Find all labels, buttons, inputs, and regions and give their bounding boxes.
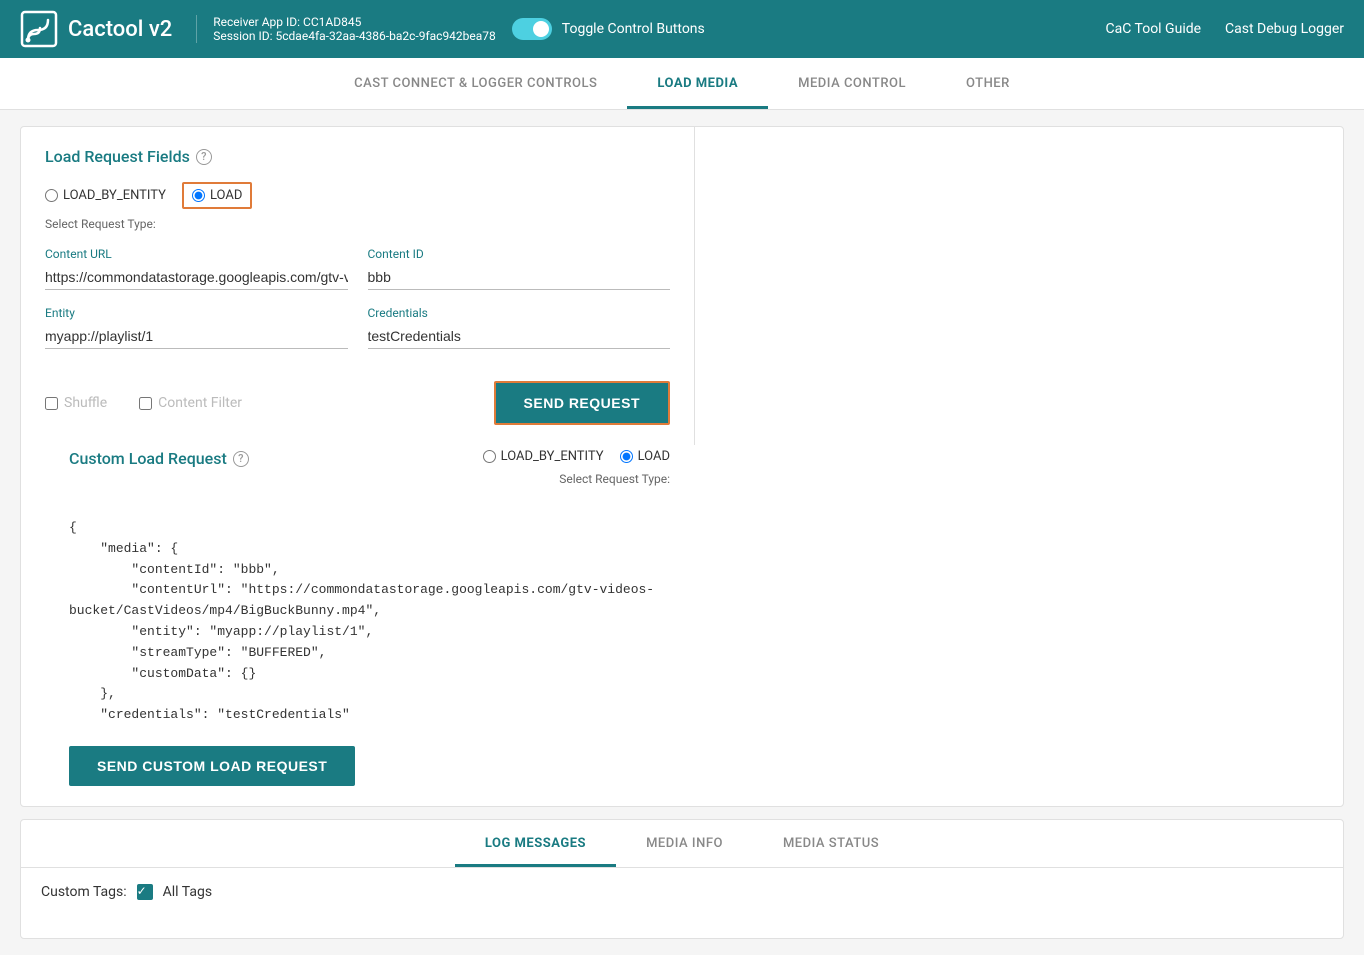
- all-tags-checkbox[interactable]: [137, 884, 153, 900]
- custom-radio-load[interactable]: LOAD: [620, 449, 670, 464]
- receiver-app-id: Receiver App ID: CC1AD845: [213, 15, 496, 29]
- load-card: Load Request Fields ? LOAD_BY_ENTITY LOA…: [20, 126, 1344, 807]
- header-right: CaC Tool Guide Cast Debug Logger: [1106, 21, 1345, 37]
- right-panel: Custom Load Request ? LOAD_BY_ENTITY LOA…: [45, 449, 670, 786]
- header: Cactool v2 Receiver App ID: CC1AD845 Ses…: [0, 0, 1364, 58]
- credentials-input[interactable]: [368, 324, 671, 349]
- entity-input[interactable]: [45, 324, 348, 349]
- radio-load[interactable]: LOAD: [182, 182, 252, 209]
- main-content: Load Request Fields ? LOAD_BY_ENTITY LOA…: [0, 110, 1364, 955]
- custom-load-title: Custom Load Request ?: [69, 449, 249, 468]
- all-tags-label: All Tags: [163, 884, 212, 900]
- load-help-icon[interactable]: ?: [196, 149, 212, 165]
- nav-tabs: CAST CONNECT & LOGGER CONTROLS LOAD MEDI…: [0, 58, 1364, 110]
- custom-tags-label: Custom Tags:: [41, 884, 127, 900]
- json-display: { "media": { "contentId": "bbb", "conten…: [69, 510, 670, 734]
- two-col-layout: Load Request Fields ? LOAD_BY_ENTITY LOA…: [45, 147, 1319, 786]
- session-id: Session ID: 5cdae4fa-32aa-4386-ba2c-9fac…: [213, 29, 496, 43]
- content-url-field: Content URL: [45, 247, 348, 290]
- logo-icon: [20, 10, 58, 48]
- checkbox-row: Shuffle Content Filter: [45, 395, 242, 411]
- content-id-input[interactable]: [368, 265, 671, 290]
- tab-other[interactable]: OTHER: [936, 58, 1040, 109]
- credentials-label: Credentials: [368, 306, 671, 320]
- header-info: Receiver App ID: CC1AD845 Session ID: 5c…: [196, 15, 496, 43]
- tab-load-media[interactable]: LOAD MEDIA: [627, 58, 768, 109]
- content-url-label: Content URL: [45, 247, 348, 261]
- bottom-tabs: LOG MESSAGES MEDIA INFO MEDIA STATUS: [21, 820, 1343, 868]
- toggle-label: Toggle Control Buttons: [562, 21, 705, 37]
- radio-load-by-entity[interactable]: LOAD_BY_ENTITY: [45, 188, 166, 203]
- custom-radio-group: LOAD_BY_ENTITY LOAD Select Request Type:: [483, 449, 670, 502]
- content-filter-checkbox[interactable]: Content Filter: [139, 395, 242, 411]
- tab-cast-connect[interactable]: CAST CONNECT & LOGGER CONTROLS: [324, 58, 627, 109]
- cac-tool-guide-link[interactable]: CaC Tool Guide: [1106, 21, 1202, 37]
- bottom-content: Custom Tags: All Tags: [21, 868, 1343, 938]
- custom-load-help-icon[interactable]: ?: [233, 451, 249, 467]
- send-request-button[interactable]: SEND REQUEST: [494, 381, 670, 425]
- cast-debug-logger-link[interactable]: Cast Debug Logger: [1225, 21, 1344, 37]
- content-id-label: Content ID: [368, 247, 671, 261]
- shuffle-checkbox[interactable]: Shuffle: [45, 395, 107, 411]
- custom-tags-row: Custom Tags: All Tags: [41, 884, 1323, 900]
- custom-select-request-type-label: Select Request Type:: [483, 472, 670, 486]
- toggle-control-buttons[interactable]: [512, 18, 552, 40]
- tab-log-messages[interactable]: LOG MESSAGES: [455, 820, 616, 867]
- tab-media-control[interactable]: MEDIA CONTROL: [768, 58, 936, 109]
- logo: Cactool v2: [20, 10, 172, 48]
- logo-text: Cactool v2: [68, 17, 172, 42]
- bottom-section: LOG MESSAGES MEDIA INFO MEDIA STATUS Cus…: [20, 819, 1344, 939]
- content-url-input[interactable]: [45, 265, 348, 290]
- left-panel: Load Request Fields ? LOAD_BY_ENTITY LOA…: [45, 147, 670, 425]
- radio-group-load: LOAD_BY_ENTITY LOAD: [45, 182, 670, 209]
- select-request-type-label: Select Request Type:: [45, 217, 670, 231]
- custom-radio-load-by-entity[interactable]: LOAD_BY_ENTITY: [483, 449, 604, 464]
- entity-field: Entity: [45, 306, 348, 349]
- send-custom-load-request-button[interactable]: SEND CUSTOM LOAD REQUEST: [69, 746, 355, 786]
- tab-media-status[interactable]: MEDIA STATUS: [753, 820, 909, 867]
- form-grid: Content URL Content ID Entity Credential…: [45, 247, 670, 349]
- vertical-divider: [694, 127, 1319, 445]
- entity-label: Entity: [45, 306, 348, 320]
- credentials-field: Credentials: [368, 306, 671, 349]
- right-panel-top: Custom Load Request ? LOAD_BY_ENTITY LOA…: [69, 449, 670, 502]
- content-id-field: Content ID: [368, 247, 671, 290]
- toggle-area: Toggle Control Buttons: [512, 18, 705, 40]
- tab-media-info[interactable]: MEDIA INFO: [616, 820, 753, 867]
- load-section-title: Load Request Fields ?: [45, 147, 670, 166]
